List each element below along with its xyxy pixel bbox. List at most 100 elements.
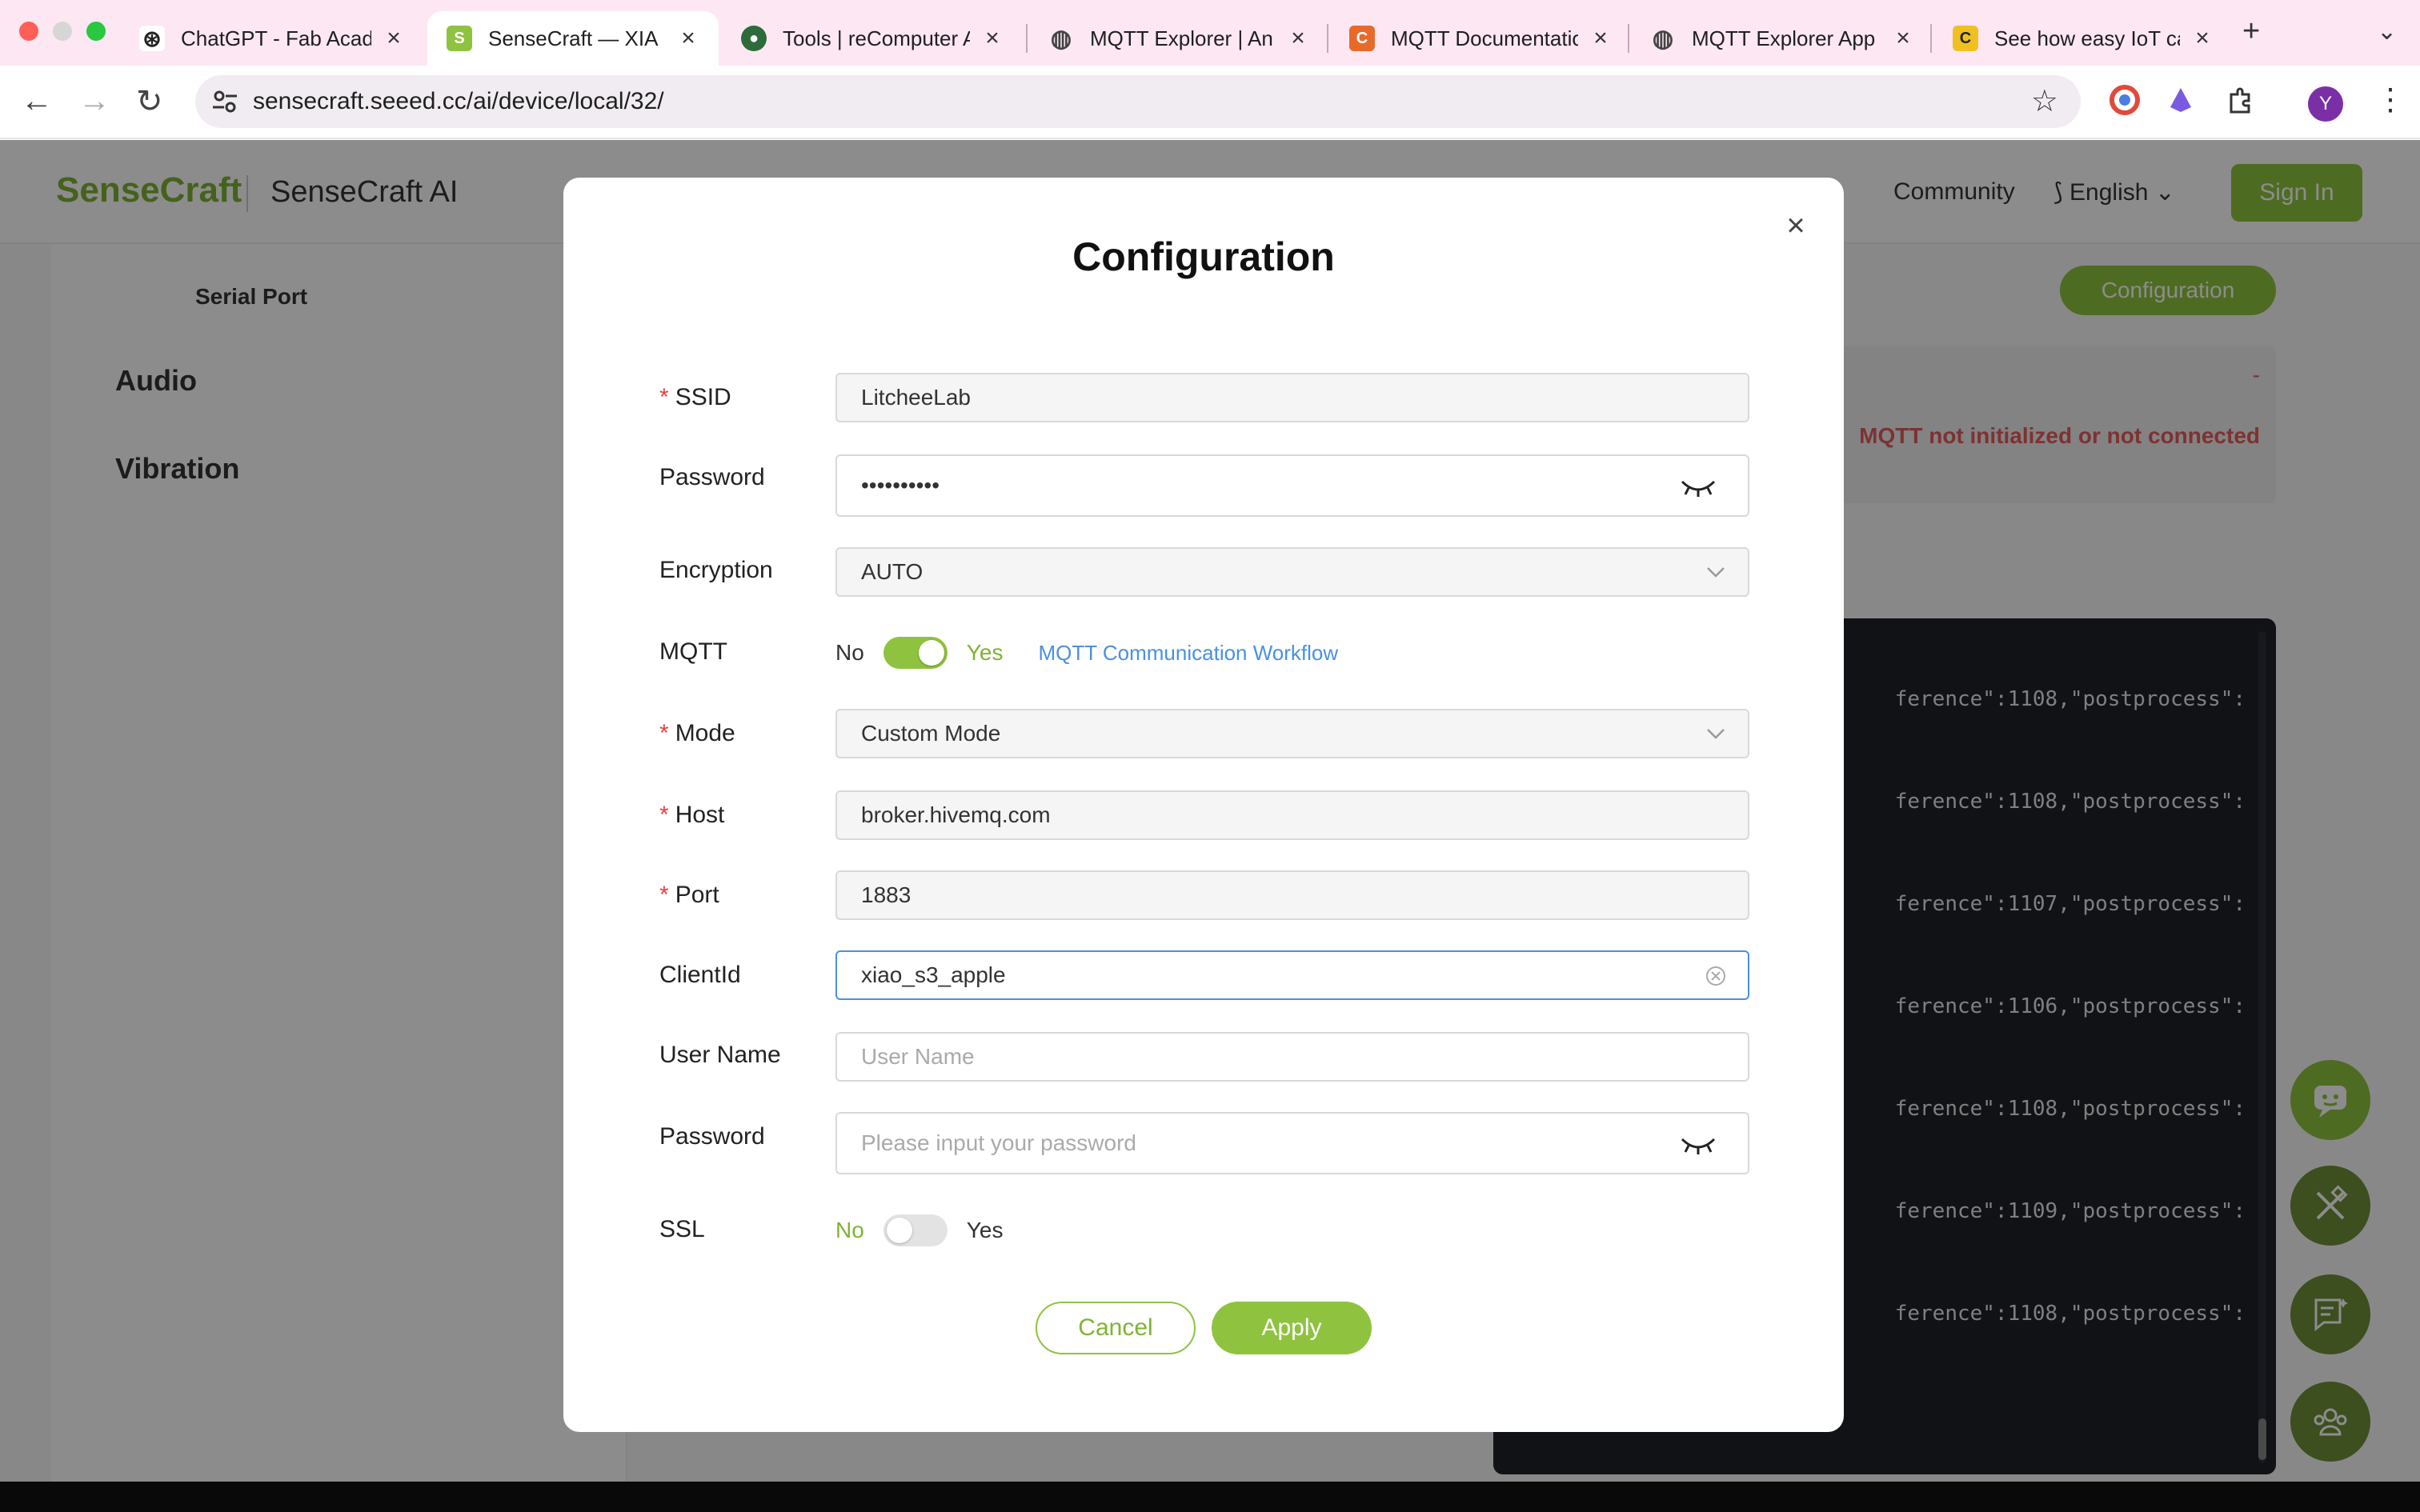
port-label-text: Port xyxy=(675,882,719,908)
tab-title: See how easy IoT ca xyxy=(1994,26,2180,50)
back-icon[interactable]: ← xyxy=(21,83,53,119)
mqtt-password-label: Password xyxy=(659,1123,765,1150)
tab-close-icon[interactable]: × xyxy=(383,25,405,52)
tab-separator xyxy=(1930,24,1932,53)
profile-avatar[interactable]: Y xyxy=(2308,86,2343,122)
host-value: broker.hivemq.com xyxy=(861,802,1051,827)
required-marker: * xyxy=(659,802,669,828)
tab-title: MQTT Explorer App xyxy=(1692,26,1876,50)
mqtt-toggle[interactable] xyxy=(883,637,948,669)
c-icon: C xyxy=(1953,26,1978,51)
eye-closed-icon[interactable] xyxy=(1681,474,1716,498)
encryption-value: AUTO xyxy=(861,559,924,584)
forward-icon[interactable]: → xyxy=(78,83,110,119)
encryption-select[interactable]: AUTO xyxy=(835,547,1749,597)
port-value: 1883 xyxy=(861,882,912,907)
tab-title: ChatGPT - Fab Acad xyxy=(181,26,371,50)
new-tab-icon[interactable]: + xyxy=(2242,14,2260,49)
mode-select[interactable]: Custom Mode xyxy=(835,709,1749,758)
browser-tab[interactable]: ⊛ ChatGPT - Fab Acad × xyxy=(120,11,424,66)
ssl-no-label: No xyxy=(835,1218,864,1242)
chrome-extension-icon[interactable] xyxy=(2109,85,2140,115)
browser-tab[interactable]: C MQTT Documentatio × xyxy=(1330,11,1631,66)
tab-title: SenseCraft — XIA xyxy=(488,26,659,50)
wifi-password-value: •••••••••• xyxy=(861,473,940,498)
mqtt-yes-label: Yes xyxy=(966,640,1004,665)
apply-button[interactable]: Apply xyxy=(1212,1302,1372,1354)
client-id-field[interactable]: xiao_s3_apple xyxy=(835,950,1749,1000)
browser-tab[interactable]: ◍ MQTT Explorer | An a × xyxy=(1029,11,1328,66)
mode-label-text: Mode xyxy=(675,720,735,746)
eye-closed-icon[interactable] xyxy=(1681,1131,1716,1155)
tab-title: MQTT Documentatio xyxy=(1391,26,1578,50)
mqtt-workflow-link[interactable]: MQTT Communication Workflow xyxy=(1038,641,1338,666)
openai-icon: ⊛ xyxy=(139,26,165,51)
tab-close-icon[interactable]: × xyxy=(2191,25,2214,52)
tab-close-icon[interactable]: × xyxy=(981,25,1004,52)
browser-tab[interactable]: ● Tools | reComputer A × xyxy=(722,11,1023,66)
user-name-label: User Name xyxy=(659,1042,781,1068)
tab-close-icon[interactable]: × xyxy=(1892,25,1914,52)
host-label: * Host xyxy=(659,802,724,829)
tab-search-icon[interactable]: ⌄ xyxy=(2377,18,2397,46)
tab-separator xyxy=(1628,24,1629,53)
globe-icon: ◍ xyxy=(1050,25,1072,52)
user-name-field[interactable]: User Name xyxy=(835,1032,1749,1082)
client-id-label: ClientId xyxy=(659,962,741,988)
mqtt-toggle-row: No Yes MQTT Communication Workflow xyxy=(835,637,1338,669)
extension-icon[interactable] xyxy=(2166,85,2196,115)
c-icon: C xyxy=(1349,26,1375,51)
ssid-label: * SSID xyxy=(659,384,731,411)
port-field[interactable]: 1883 xyxy=(835,870,1749,920)
required-marker: * xyxy=(659,720,669,746)
user-name-placeholder: User Name xyxy=(861,1044,975,1069)
clear-input-icon[interactable] xyxy=(1705,965,1727,987)
browser-tab-active[interactable]: S SenseCraft — XIA × xyxy=(427,11,719,66)
host-label-text: Host xyxy=(675,802,725,828)
tab-title: Tools | reComputer A xyxy=(783,26,970,50)
tab-close-icon[interactable]: × xyxy=(677,25,699,52)
tab-close-icon[interactable]: × xyxy=(1589,25,1612,52)
wifi-password-label: Password xyxy=(659,464,765,490)
toggle-knob xyxy=(918,640,944,666)
ssid-field[interactable]: LitcheeLab xyxy=(835,373,1749,422)
bookmark-star-icon[interactable]: ☆ xyxy=(2031,83,2058,119)
client-id-value: xiao_s3_apple xyxy=(861,962,1006,987)
address-bar[interactable]: sensecraft.seeed.cc/ai/device/local/32/ … xyxy=(195,75,2081,128)
ssl-toggle[interactable] xyxy=(883,1214,948,1246)
mqtt-password-field[interactable]: Please input your password xyxy=(835,1112,1749,1174)
toggle-knob xyxy=(886,1218,912,1243)
ssid-value: LitcheeLab xyxy=(861,385,972,410)
window-maximize-button[interactable] xyxy=(86,22,106,41)
dialog-title: Configuration xyxy=(1072,234,1335,279)
required-marker: * xyxy=(659,384,669,410)
reload-icon[interactable]: ↻ xyxy=(136,83,163,120)
browser-tab-bar: ⊛ ChatGPT - Fab Acad × S SenseCraft — XI… xyxy=(0,0,2420,66)
browser-tab[interactable]: C See how easy IoT ca × xyxy=(1933,11,2233,66)
encryption-label: Encryption xyxy=(659,557,773,583)
browser-toolbar: ← → ↻ sensecraft.seeed.cc/ai/device/loca… xyxy=(0,66,2420,139)
sensecraft-icon: S xyxy=(447,26,472,51)
ssl-label: SSL xyxy=(659,1216,705,1242)
window-minimize-button[interactable] xyxy=(53,22,72,41)
browser-menu-icon[interactable]: ⋮ xyxy=(2375,82,2406,118)
cancel-button[interactable]: Cancel xyxy=(1036,1302,1196,1354)
site-settings-icon[interactable] xyxy=(211,88,238,115)
tab-close-icon[interactable]: × xyxy=(1287,25,1309,52)
configuration-dialog: × Configuration * SSID LitcheeLab Passwor… xyxy=(563,178,1844,1432)
tab-separator xyxy=(1026,24,1028,53)
seeed-icon: ● xyxy=(741,26,767,51)
globe-icon: ◍ xyxy=(1652,25,1674,52)
tab-separator xyxy=(1327,24,1328,53)
browser-tab[interactable]: ◍ MQTT Explorer App × xyxy=(1631,11,1933,66)
wifi-password-field[interactable]: •••••••••• xyxy=(835,454,1749,517)
host-field[interactable]: broker.hivemq.com xyxy=(835,790,1749,840)
window-close-button[interactable] xyxy=(19,22,38,41)
mqtt-password-placeholder: Please input your password xyxy=(861,1130,1136,1155)
chevron-down-icon xyxy=(1707,567,1725,578)
mqtt-no-label: No xyxy=(835,640,864,665)
ssl-toggle-row: No Yes xyxy=(835,1214,1003,1246)
mode-value: Custom Mode xyxy=(861,721,1001,746)
puzzle-extensions-icon[interactable] xyxy=(2225,85,2255,115)
ssl-yes-label: Yes xyxy=(966,1218,1004,1242)
